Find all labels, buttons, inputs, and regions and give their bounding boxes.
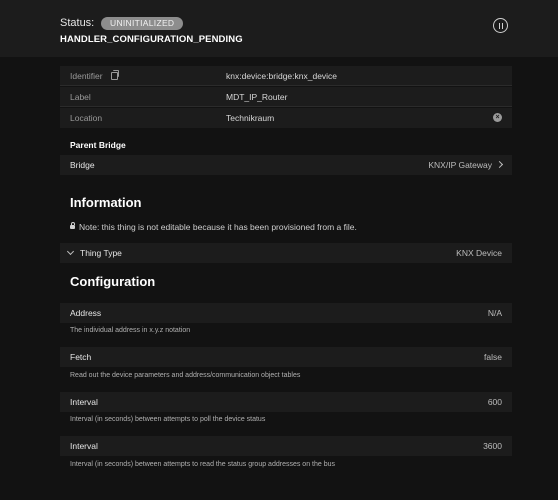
status-detail: HANDLER_CONFIGURATION_PENDING	[60, 34, 243, 45]
information-title: Information	[70, 195, 142, 210]
status-header: Status: UNINITIALIZED HANDLER_CONFIGURAT…	[0, 0, 558, 57]
provisioned-note-text: Note: this thing is not editable because…	[79, 222, 357, 232]
config-param-description: Interval (in seconds) between attempts t…	[70, 416, 266, 423]
config-param-label: Address	[70, 308, 102, 318]
config-param-description: Interval (in seconds) between attempts t…	[70, 461, 335, 468]
thing-details: Identifier knx:device:bridge:knx_device …	[0, 57, 558, 500]
copy-icon[interactable]	[111, 70, 119, 80]
bridge-value: KNX/IP Gateway	[428, 160, 492, 170]
location-value: Technikraum	[226, 113, 275, 123]
config-param-label: Interval	[70, 397, 98, 407]
identifier-label: Identifier	[70, 71, 103, 81]
provisioned-note: Note: this thing is not editable because…	[70, 222, 357, 232]
config-param-value: 600	[487, 397, 502, 407]
location-label: Location	[70, 113, 103, 123]
config-param-value: false	[484, 352, 502, 362]
bridge-row[interactable]: Bridge KNX/IP Gateway	[60, 155, 512, 175]
thing-type-label: Thing Type	[80, 248, 122, 258]
chevron-down-icon	[66, 247, 75, 256]
bridge-label: Bridge	[70, 160, 95, 170]
label-label: Label	[70, 92, 91, 102]
thing-type-row[interactable]: Thing Type KNX Device	[60, 243, 512, 263]
config-param-status-interval[interactable]: Interval 3600	[60, 436, 512, 456]
chevron-right-icon	[495, 160, 504, 169]
label-value: MDT_IP_Router	[226, 92, 288, 102]
identifier-value: knx:device:bridge:knx_device	[226, 71, 338, 81]
config-param-value: 3600	[483, 441, 502, 451]
config-param-address[interactable]: Address N/A	[60, 303, 512, 323]
identifier-row: Identifier knx:device:bridge:knx_device	[60, 66, 512, 86]
config-param-label: Fetch	[70, 352, 92, 362]
config-param-interval[interactable]: Interval 600	[60, 392, 512, 412]
lock-icon	[70, 222, 75, 229]
config-param-value: N/A	[487, 308, 502, 318]
config-param-label: Interval	[70, 441, 98, 451]
thing-type-value: KNX Device	[456, 248, 502, 258]
status-badge: UNINITIALIZED	[101, 17, 184, 30]
location-row[interactable]: Location Technikraum ×	[60, 108, 512, 128]
status-label: Status:	[60, 17, 95, 29]
config-param-description: Read out the device parameters and addre…	[70, 372, 301, 379]
config-param-fetch[interactable]: Fetch false	[60, 347, 512, 367]
clear-icon[interactable]: ×	[493, 113, 502, 122]
configuration-title: Configuration	[70, 274, 156, 289]
parent-bridge-heading: Parent Bridge	[70, 140, 126, 150]
config-param-description: The individual address in x.y.z notation	[70, 327, 191, 334]
label-row[interactable]: Label MDT_IP_Router	[60, 87, 512, 107]
pause-circle-icon[interactable]	[493, 18, 508, 33]
